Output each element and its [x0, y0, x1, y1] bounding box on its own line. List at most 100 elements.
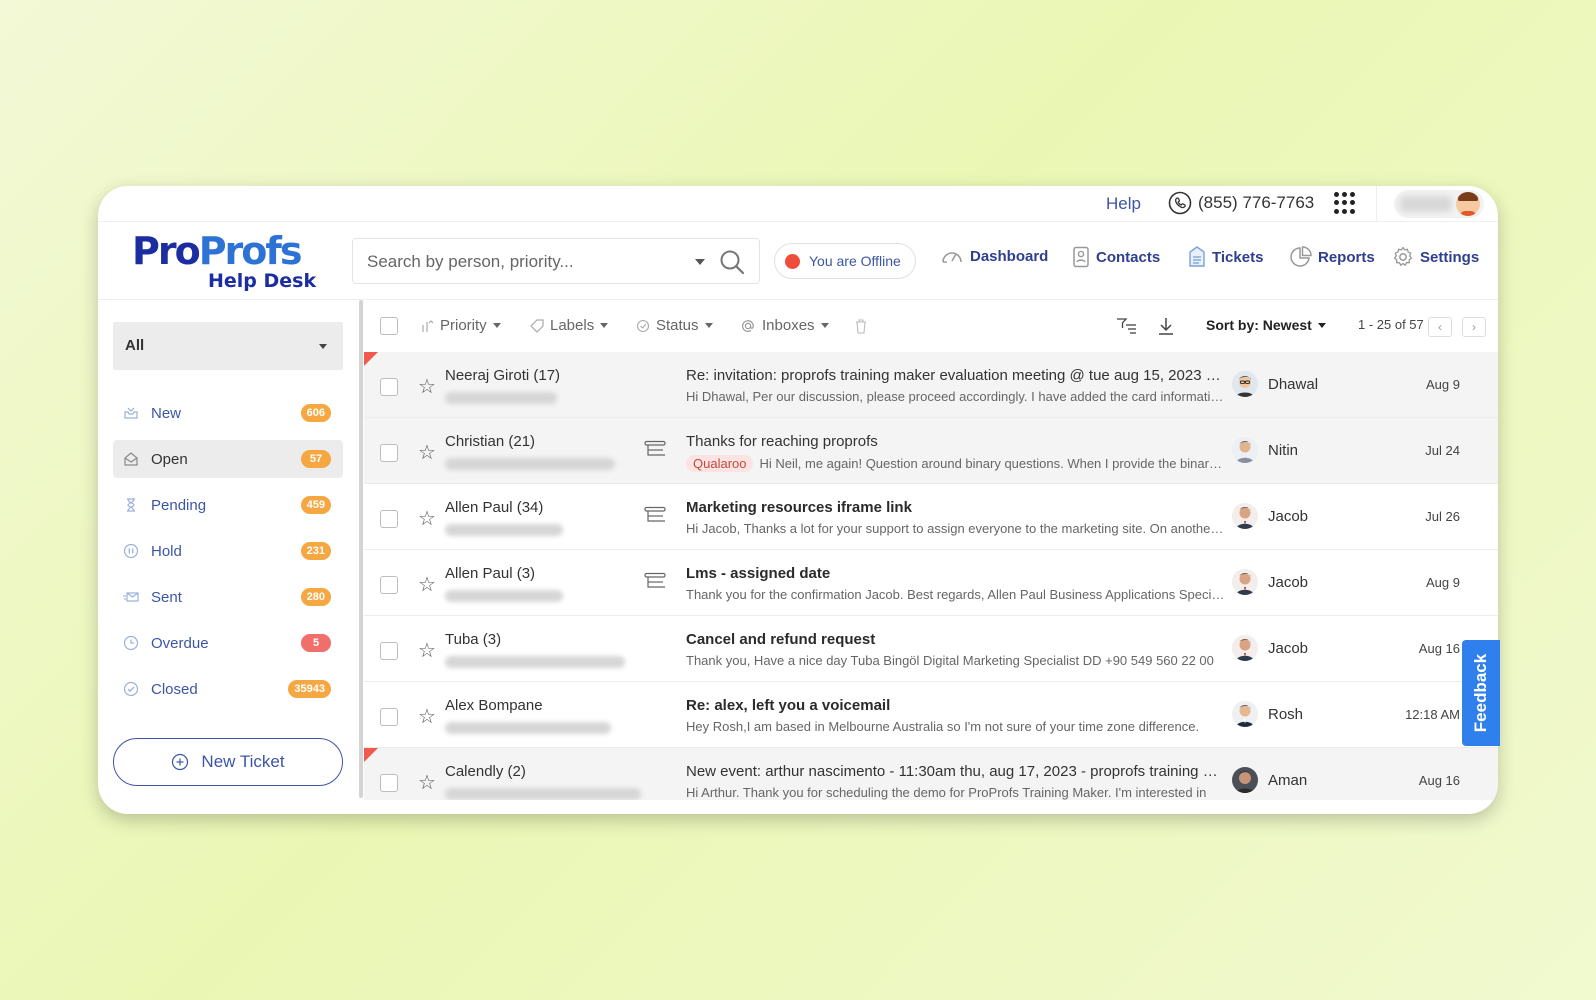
ticket-date: Aug 16 [1418, 773, 1460, 788]
row-checkbox[interactable] [380, 708, 398, 726]
sender-email-blurred [445, 788, 641, 800]
nav-settings-label: Settings [1420, 248, 1480, 266]
ticket-date: 12:18 AM [1405, 707, 1460, 722]
reports-pie-icon [1290, 246, 1312, 267]
download-icon[interactable] [1158, 317, 1174, 335]
select-all-checkbox[interactable] [380, 317, 398, 335]
search-filter-dropdown-icon[interactable] [695, 259, 705, 265]
new-ticket-button[interactable]: New Ticket [113, 738, 343, 786]
sender-name: Neeraj Giroti (17) [445, 367, 561, 384]
ticket-date: Aug 9 [1426, 377, 1460, 392]
priority-filter[interactable]: Priority [420, 317, 501, 334]
check-circle-icon [123, 681, 139, 697]
ticket-subject: Cancel and refund request [686, 631, 876, 648]
sender-name: Allen Paul (3) [445, 565, 536, 582]
help-link[interactable]: Help [1106, 194, 1141, 214]
count-badge: 35943 [288, 680, 331, 698]
contacts-icon [1073, 246, 1089, 268]
table-row[interactable]: ☆ Tuba (3) Cancel and refund request Tha… [364, 616, 1498, 682]
row-checkbox[interactable] [380, 378, 398, 396]
apps-grid-icon[interactable] [1334, 192, 1356, 214]
availability-status-button[interactable]: You are Offline [774, 243, 916, 279]
star-icon[interactable]: ☆ [418, 572, 436, 597]
ticket-preview: Hi Jacob, Thanks a lot for your support … [686, 521, 1226, 536]
chevron-down-icon [319, 344, 327, 349]
table-row[interactable]: ☆ Calendly (2) New event: arthur nascime… [364, 748, 1498, 800]
row-checkbox[interactable] [380, 510, 398, 528]
row-checkbox[interactable] [380, 444, 398, 462]
priority-flag-icon [364, 748, 378, 762]
sender-name: Alex Bompane [445, 697, 543, 714]
proprofs-logo[interactable]: ProProfs Help Desk [132, 229, 322, 292]
star-icon[interactable]: ☆ [418, 440, 436, 465]
sender-name: Allen Paul (34) [445, 499, 544, 516]
logo-text-helpdesk: Help Desk [208, 270, 317, 292]
sidebar-item-hold[interactable]: Hold 231 [113, 532, 343, 570]
pane-resize-handle[interactable] [359, 300, 363, 798]
nav-tickets[interactable]: Tickets [1188, 246, 1263, 268]
nav-contacts[interactable]: Contacts [1072, 246, 1160, 268]
sender-name: Tuba (3) [445, 631, 502, 648]
table-row[interactable]: ☆ Christian (21) Thanks for reaching pro… [364, 418, 1498, 484]
phone-number[interactable]: (855) 776-7763 [1168, 191, 1314, 215]
conversation-thread-icon [644, 506, 666, 522]
sidebar-item-closed[interactable]: Closed 35943 [113, 670, 343, 708]
sidebar-item-pending[interactable]: Pending 459 [113, 486, 343, 524]
row-checkbox[interactable] [380, 774, 398, 792]
status-check-icon [636, 319, 650, 332]
sender-email-blurred [445, 524, 563, 536]
star-icon[interactable]: ☆ [418, 638, 436, 663]
inbox-icon [124, 407, 138, 419]
table-row[interactable]: ☆ Allen Paul (34) Marketing resources if… [364, 484, 1498, 550]
inboxes-label: Inboxes [762, 317, 815, 334]
ticket-preview: Hi Dhawal, Per our discussion, please pr… [686, 389, 1226, 404]
sidebar-item-label: Pending [151, 497, 207, 514]
sent-icon [123, 592, 139, 602]
availability-label: You are Offline [809, 253, 901, 269]
nav-dashboard[interactable]: Dashboard [940, 246, 1048, 266]
table-row[interactable]: ☆ Alex Bompane Re: alex, left you a voic… [364, 682, 1498, 748]
ticket-preview-text: Hi Jacob, Thanks a lot for your support … [686, 521, 1226, 536]
conversation-thread-icon [644, 572, 666, 588]
sidebar-item-new[interactable]: New 606 [113, 394, 343, 432]
sidebar-item-label: New [151, 405, 182, 422]
sidebar-item-overdue[interactable]: Overdue 5 [113, 624, 343, 662]
labels-filter[interactable]: Labels [530, 317, 609, 334]
trash-icon[interactable] [854, 318, 868, 334]
user-menu[interactable] [1394, 190, 1484, 218]
next-page-button[interactable]: › [1462, 317, 1486, 337]
sidebar-item-sent[interactable]: Sent 280 [113, 578, 343, 616]
view-dropdown-label: All [125, 337, 145, 354]
star-icon[interactable]: ☆ [418, 770, 436, 795]
hourglass-icon [127, 498, 135, 512]
ticket-view-dropdown[interactable]: All [113, 322, 343, 370]
row-checkbox[interactable] [380, 576, 398, 594]
inboxes-filter[interactable]: Inboxes [740, 317, 829, 334]
table-row[interactable]: ☆ Neeraj Giroti (17) Re: invitation: pro… [364, 352, 1498, 418]
search-input[interactable] [367, 250, 667, 274]
table-row[interactable]: ☆ Allen Paul (3) Lms - assigned date Tha… [364, 550, 1498, 616]
sort-dropdown[interactable]: Sort by: Newest [1206, 317, 1326, 333]
nav-reports[interactable]: Reports [1290, 246, 1375, 268]
assigned-agent: Jacob [1268, 640, 1309, 657]
nav-dashboard-label: Dashboard [970, 247, 1049, 265]
ticket-date: Aug 9 [1426, 575, 1460, 590]
clock-icon [123, 635, 139, 651]
ticket-subject: Thanks for reaching proprofs [686, 433, 878, 450]
logo-text-profs: Profs [198, 229, 303, 273]
assigned-agent: Dhawal [1268, 376, 1319, 393]
nav-settings[interactable]: Settings [1392, 246, 1479, 268]
sidebar-item-open[interactable]: Open 57 [113, 440, 343, 478]
feedback-tab[interactable]: Feedback [1462, 640, 1500, 746]
filter-lines-icon[interactable] [1116, 317, 1138, 335]
star-icon[interactable]: ☆ [418, 506, 436, 531]
status-filter[interactable]: Status [636, 317, 713, 334]
star-icon[interactable]: ☆ [418, 374, 436, 399]
ticket-date: Jul 24 [1425, 443, 1460, 458]
star-icon[interactable]: ☆ [418, 704, 436, 729]
prev-page-button[interactable]: ‹ [1428, 317, 1452, 337]
top-bar: Help (855) 776-7763 [98, 186, 1498, 222]
nav-tickets-label: Tickets [1212, 248, 1264, 266]
search-icon[interactable] [719, 249, 745, 275]
row-checkbox[interactable] [380, 642, 398, 660]
